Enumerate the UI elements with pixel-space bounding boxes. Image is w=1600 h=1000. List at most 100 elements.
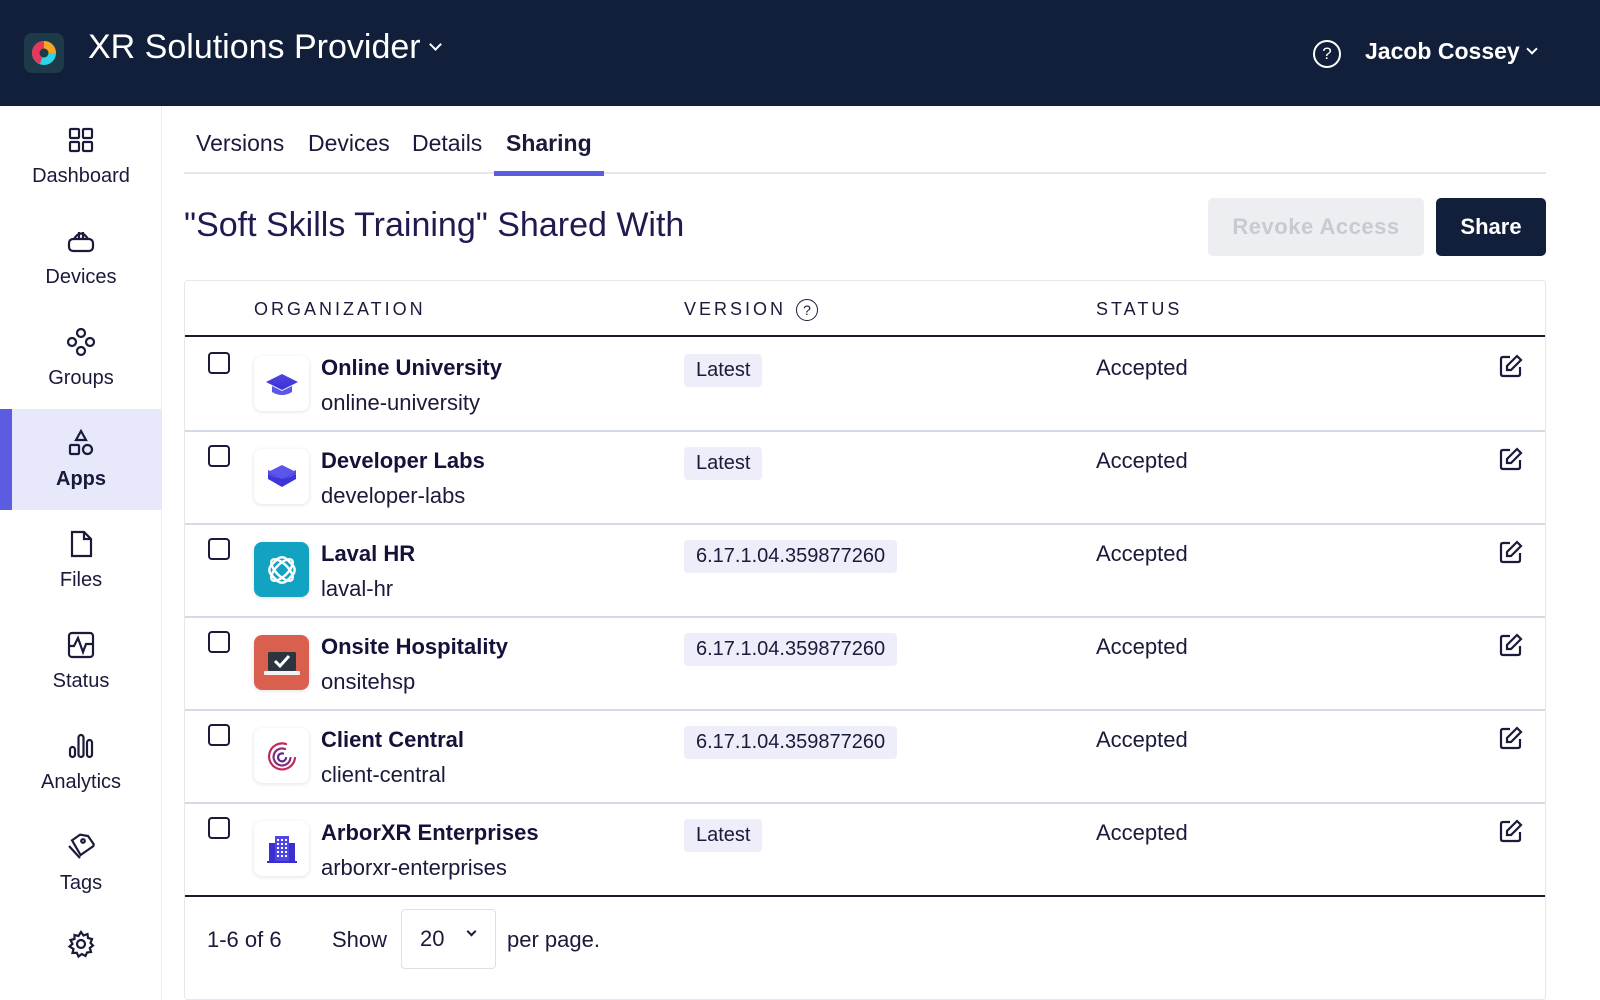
tab-versions[interactable]: Versions	[184, 130, 296, 174]
groups-icon	[66, 327, 96, 357]
sidebar-item-dashboard[interactable]: Dashboard	[0, 106, 162, 207]
status-text: Accepted	[1096, 448, 1188, 473]
pagination: 1-6 of 6 Show 20 per page.	[185, 895, 1545, 985]
sidebar-item-analytics[interactable]: Analytics	[0, 712, 162, 813]
status-text: Accepted	[1096, 820, 1188, 845]
sidebar-item-label: Files	[59, 569, 103, 591]
org-name[interactable]: Client Central	[321, 727, 464, 753]
row-checkbox[interactable]	[208, 352, 230, 374]
org-switcher[interactable]: XR Solutions Provider	[88, 28, 442, 67]
version-badge: Latest	[684, 819, 763, 852]
chevron-down-icon	[428, 38, 442, 51]
apps-shapes-icon	[68, 428, 94, 456]
sidebar-item-devices[interactable]: Devices	[0, 207, 162, 308]
file-icon	[70, 530, 93, 558]
org-slug: client-central	[321, 762, 446, 787]
org-slug: arborxr-enterprises	[321, 855, 507, 880]
row-checkbox[interactable]	[208, 445, 230, 467]
status-text: Accepted	[1096, 355, 1188, 380]
org-name[interactable]: Laval HR	[321, 541, 415, 567]
gear-icon	[67, 930, 95, 959]
row-checkbox[interactable]	[208, 631, 230, 653]
org-name[interactable]: Online University	[321, 355, 502, 381]
sidebar-item-settings[interactable]	[0, 914, 162, 974]
user-menu[interactable]: Jacob Cossey	[1365, 38, 1538, 65]
spiral-icon	[254, 728, 309, 783]
sidebar-item-label: Dashboard	[32, 165, 130, 187]
org-slug: online-university	[321, 390, 480, 415]
table-header: ORGANIZATION VERSION? STATUS	[185, 281, 1545, 337]
status-text: Accepted	[1096, 541, 1188, 566]
row-checkbox[interactable]	[208, 817, 230, 839]
sidebar-item-label: Status	[52, 670, 110, 692]
sidebar-item-label: Groups	[48, 367, 114, 389]
grid-icon	[68, 127, 94, 153]
row-checkbox[interactable]	[208, 538, 230, 560]
graduation-cap-icon	[254, 356, 309, 411]
tab-sharing[interactable]: Sharing	[494, 130, 604, 176]
tab-details[interactable]: Details	[400, 130, 494, 174]
column-header-version: VERSION?	[684, 299, 819, 322]
edit-icon[interactable]	[1498, 539, 1524, 565]
sidebar-item-status[interactable]: Status	[0, 611, 162, 712]
help-icon[interactable]: ?	[796, 299, 819, 322]
version-badge: 6.17.1.04.359877260	[684, 633, 898, 666]
org-name[interactable]: Onsite Hospitality	[321, 634, 508, 660]
status-text: Accepted	[1096, 634, 1188, 659]
table-row[interactable]: Client Central client-central 6.17.1.04.…	[185, 711, 1545, 804]
show-label: Show	[332, 927, 388, 952]
org-name[interactable]: Developer Labs	[321, 448, 485, 474]
edit-icon[interactable]	[1498, 818, 1524, 844]
shared-orgs-table: ORGANIZATION VERSION? STATUS Online Univ…	[184, 280, 1546, 1000]
sidebar-item-label: Analytics	[40, 771, 122, 793]
table-row[interactable]: Laval HR laval-hr 6.17.1.04.359877260 Ac…	[185, 525, 1545, 618]
org-slug: laval-hr	[321, 576, 394, 601]
page-title: "Soft Skills Training" Shared With	[184, 206, 685, 244]
version-badge: Latest	[684, 447, 763, 480]
version-badge: 6.17.1.04.359877260	[684, 540, 898, 573]
sidebar-item-files[interactable]: Files	[0, 510, 162, 611]
share-button[interactable]: Share	[1436, 198, 1546, 256]
org-name: XR Solutions Provider	[88, 28, 421, 66]
version-badge: Latest	[684, 354, 763, 387]
org-name[interactable]: ArborXR Enterprises	[321, 820, 539, 846]
version-badge: 6.17.1.04.359877260	[684, 726, 898, 759]
tab-devices[interactable]: Devices	[296, 130, 402, 174]
sidebar-item-groups[interactable]: Groups	[0, 308, 162, 409]
column-header-status[interactable]: STATUS	[1096, 299, 1182, 320]
status-text: Accepted	[1096, 727, 1188, 752]
tab-bar: Versions Devices Details Sharing	[184, 106, 1546, 176]
sidebar-item-label: Tags	[59, 872, 103, 894]
laptop-check-icon	[254, 635, 309, 690]
sidebar-item-label: Devices	[45, 266, 117, 288]
table-row[interactable]: Developer Labs developer-labs Latest Acc…	[185, 432, 1545, 525]
sidebar-item-apps[interactable]: Apps	[0, 409, 162, 510]
table-row[interactable]: Onsite Hospitality onsitehsp 6.17.1.04.3…	[185, 618, 1545, 711]
tag-icon	[68, 833, 95, 859]
pulse-icon	[67, 631, 95, 659]
org-slug: onsitehsp	[321, 669, 416, 694]
vr-headset-icon	[67, 232, 95, 253]
user-name: Jacob Cossey	[1365, 38, 1520, 64]
sidebar-item-tags[interactable]: Tags	[0, 813, 162, 914]
edit-icon[interactable]	[1498, 632, 1524, 658]
row-checkbox[interactable]	[208, 724, 230, 746]
edit-icon[interactable]	[1498, 353, 1524, 379]
building-icon	[254, 821, 309, 876]
per-page-label: per page.	[507, 927, 600, 952]
per-page-select[interactable]: 20	[401, 909, 496, 969]
table-row[interactable]: ArborXR Enterprises arborxr-enterprises …	[185, 804, 1545, 897]
edit-icon[interactable]	[1498, 446, 1524, 472]
knot-icon	[254, 542, 309, 597]
sidebar: Dashboard Devices Groups Apps Files Stat…	[0, 106, 162, 1000]
app-logo-icon[interactable]	[24, 33, 64, 73]
result-count: 1-6 of 6	[207, 927, 282, 952]
top-bar: XR Solutions Provider ? Jacob Cossey	[0, 0, 1600, 106]
help-icon[interactable]: ?	[1313, 40, 1341, 68]
per-page-value: 20	[420, 926, 445, 951]
column-header-organization[interactable]: ORGANIZATION	[254, 299, 426, 320]
edit-icon[interactable]	[1498, 725, 1524, 751]
revoke-access-button[interactable]: Revoke Access	[1208, 198, 1424, 256]
layers-icon	[254, 449, 309, 504]
table-row[interactable]: Online University online-university Late…	[185, 339, 1545, 432]
